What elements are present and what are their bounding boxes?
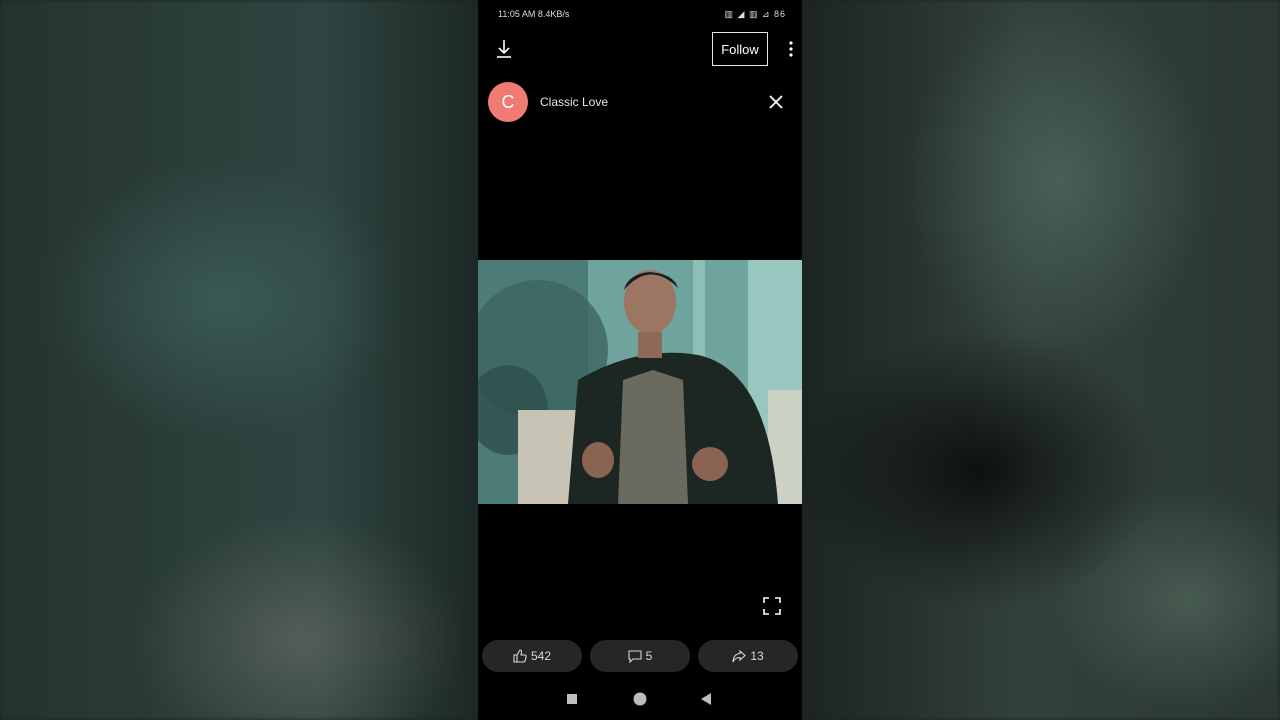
channel-row: C Classic Love: [488, 82, 792, 122]
circle-icon: [633, 692, 647, 706]
fullscreen-icon: [763, 597, 781, 615]
close-icon: [769, 95, 783, 109]
follow-button[interactable]: Follow: [712, 32, 768, 66]
status-bar: 11:05 AM 8.4KB/s ▥ ◢ ▥ ⊿ 86: [478, 6, 802, 24]
fullscreen-button[interactable]: [762, 596, 782, 616]
channel-name[interactable]: Classic Love: [540, 95, 608, 109]
system-nav-bar: [478, 684, 802, 714]
like-button[interactable]: 542: [482, 640, 582, 672]
share-count: 13: [750, 649, 764, 663]
thumbs-up-icon: [513, 649, 527, 663]
share-icon: [732, 649, 747, 663]
like-count: 542: [530, 649, 552, 663]
comment-icon: [628, 650, 642, 663]
download-icon: [497, 40, 511, 58]
video-player[interactable]: [478, 260, 802, 504]
more-vertical-icon: [789, 41, 793, 57]
status-speed: 8.4KB/s: [537, 9, 570, 19]
square-icon: [567, 694, 577, 704]
comment-button[interactable]: 5: [590, 640, 690, 672]
video-frame: [478, 260, 802, 504]
status-left: 11:05 AM 8.4KB/s: [498, 9, 569, 19]
comment-count: 5: [645, 649, 653, 663]
share-button[interactable]: 13: [698, 640, 798, 672]
status-icons: ▥ ◢ ▥ ⊿ 86: [724, 9, 786, 19]
channel-avatar[interactable]: C: [488, 82, 528, 122]
phone-screen: 11:05 AM 8.4KB/s ▥ ◢ ▥ ⊿ 86 Follow C Cla…: [478, 0, 802, 720]
status-time: 11:05 AM: [498, 9, 536, 19]
recents-button[interactable]: [562, 689, 582, 709]
download-button[interactable]: [492, 36, 516, 62]
more-options-button[interactable]: [781, 36, 801, 62]
home-button[interactable]: [630, 689, 650, 709]
close-button[interactable]: [766, 92, 786, 112]
back-button[interactable]: [696, 689, 716, 709]
back-triangle-icon: [701, 693, 711, 705]
